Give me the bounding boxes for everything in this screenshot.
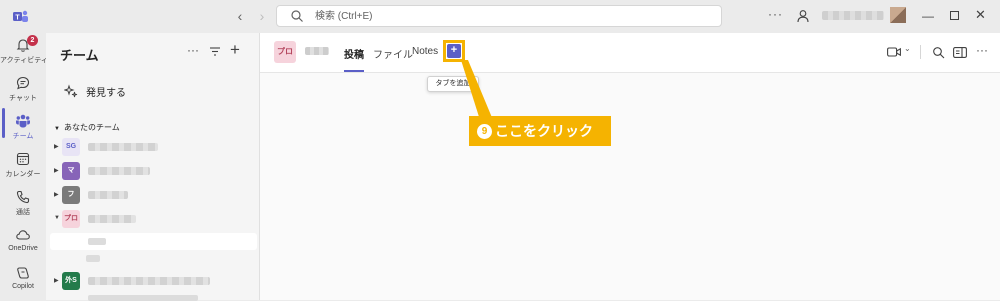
- team-name-blurred: [88, 277, 210, 285]
- search-icon[interactable]: [932, 46, 945, 59]
- app-rail: 2 アクティビティ チャット チーム カレンダー 通話 OneDrive Cop…: [0, 33, 48, 300]
- rail-item-copilot[interactable]: Copilot: [0, 261, 46, 299]
- more-options-icon[interactable]: ···: [187, 43, 199, 57]
- instruction-callout: 9 ここをクリック: [469, 116, 611, 146]
- team-name-blurred: [88, 167, 150, 175]
- team-tile: SG: [62, 138, 80, 156]
- person-settings-icon[interactable]: [796, 9, 810, 23]
- callout-text: ここをクリック: [495, 123, 593, 139]
- add-tab-button[interactable]: +: [447, 44, 461, 58]
- main-content: プロ 投稿 ファイル Notes + ⌄ ···: [260, 33, 1000, 300]
- caret-down-icon: ▼: [54, 215, 60, 221]
- cloud-icon: [16, 230, 30, 240]
- filter-icon[interactable]: [209, 46, 221, 57]
- divider: [920, 45, 921, 59]
- section-header-your-teams[interactable]: ▼ あなたのチーム: [54, 122, 120, 133]
- channel-row-selected[interactable]: [50, 233, 257, 250]
- rail-item-calendar[interactable]: カレンダー: [0, 147, 46, 185]
- rail-item-activity[interactable]: 2 アクティビティ: [0, 33, 48, 71]
- chevron-down-icon[interactable]: ⌄: [904, 44, 911, 53]
- channel-name-blurred: [88, 238, 106, 245]
- back-arrow-icon[interactable]: ‹: [232, 8, 248, 24]
- notification-badge: 2: [27, 35, 38, 46]
- team-name-blurred[interactable]: [88, 295, 198, 301]
- rail-item-label: チャット: [9, 95, 37, 102]
- channel-name-blurred[interactable]: [86, 255, 100, 262]
- add-icon[interactable]: +: [230, 40, 240, 60]
- section-label: あなたのチーム: [63, 123, 120, 132]
- rail-item-calls[interactable]: 通話: [0, 185, 46, 223]
- maximize-icon[interactable]: [950, 11, 959, 20]
- team-tile: マ: [62, 162, 80, 180]
- team-avatar: プロ: [274, 41, 296, 63]
- search-input[interactable]: [315, 8, 695, 24]
- caret-right-icon: ▶: [54, 168, 59, 174]
- caret-right-icon: ▶: [54, 192, 59, 198]
- caret-right-icon: ▶: [54, 278, 59, 284]
- teams-logo-icon: T: [13, 10, 28, 22]
- team-name-blurred: [88, 191, 128, 199]
- close-icon[interactable]: ✕: [975, 7, 986, 23]
- rail-item-onedrive[interactable]: OneDrive: [0, 223, 46, 261]
- discover-label: 発見する: [86, 88, 126, 99]
- rail-item-label: アクティビティ: [0, 57, 48, 64]
- team-name-blurred: [88, 215, 136, 223]
- team-row[interactable]: ▶ マ: [46, 160, 260, 182]
- channel-header: プロ 投稿 ファイル Notes + ⌄ ···: [260, 33, 1000, 73]
- panel-title: チーム: [60, 48, 99, 63]
- rail-item-label: 通話: [16, 209, 30, 216]
- team-tile: 外S: [62, 272, 80, 290]
- channel-name-blurred: [305, 47, 329, 55]
- side-panel-icon[interactable]: [953, 47, 967, 58]
- svg-text:T: T: [15, 15, 20, 22]
- phone-icon: [16, 190, 30, 204]
- add-tab-tooltip: タブを追加: [427, 76, 479, 92]
- active-tab-underline: [344, 70, 364, 72]
- search-box[interactable]: [276, 5, 722, 27]
- caret-right-icon: ▶: [54, 144, 59, 150]
- chat-icon: [16, 76, 30, 90]
- avatar[interactable]: [890, 7, 906, 23]
- rail-item-label: チーム: [12, 133, 34, 140]
- account-name-blurred[interactable]: [822, 11, 884, 20]
- tab-posts[interactable]: 投稿: [344, 46, 364, 61]
- tab-files[interactable]: ファイル: [373, 46, 413, 61]
- team-row-expanded[interactable]: ▼ プロ: [46, 208, 260, 230]
- forward-arrow-icon[interactable]: ›: [254, 8, 270, 24]
- video-camera-icon[interactable]: [887, 47, 901, 57]
- team-row[interactable]: ▶ 外S: [46, 270, 260, 292]
- step-number: 9: [477, 124, 492, 139]
- teams-panel: チーム ··· + 発見する ▼ あなたのチーム ▶ SG ▶ マ ▶ フ ▼ プ…: [46, 33, 260, 301]
- calendar-icon: [16, 152, 30, 166]
- teams-icon: [16, 114, 30, 128]
- search-icon: [291, 10, 303, 22]
- rail-item-teams[interactable]: チーム: [0, 109, 46, 147]
- more-options-icon[interactable]: ···: [768, 7, 783, 21]
- rail-item-label: OneDrive: [8, 245, 38, 252]
- team-row[interactable]: ▶ フ: [46, 184, 260, 206]
- title-bar: T ‹ › ··· — ✕: [0, 0, 1000, 33]
- team-tile: フ: [62, 186, 80, 204]
- team-row[interactable]: ▶ SG: [46, 136, 260, 158]
- team-name-blurred: [88, 143, 158, 151]
- tab-notes[interactable]: Notes: [412, 46, 438, 57]
- sparkle-icon: [64, 84, 78, 98]
- copilot-icon: [17, 267, 29, 279]
- rail-item-label: カレンダー: [5, 171, 41, 178]
- more-options-icon[interactable]: ···: [976, 43, 988, 57]
- team-tile: プロ: [62, 210, 80, 228]
- minimize-icon[interactable]: —: [922, 9, 934, 23]
- rail-item-chat[interactable]: チャット: [0, 71, 46, 109]
- caret-down-icon: ▼: [54, 126, 60, 132]
- rail-item-label: Copilot: [12, 283, 34, 290]
